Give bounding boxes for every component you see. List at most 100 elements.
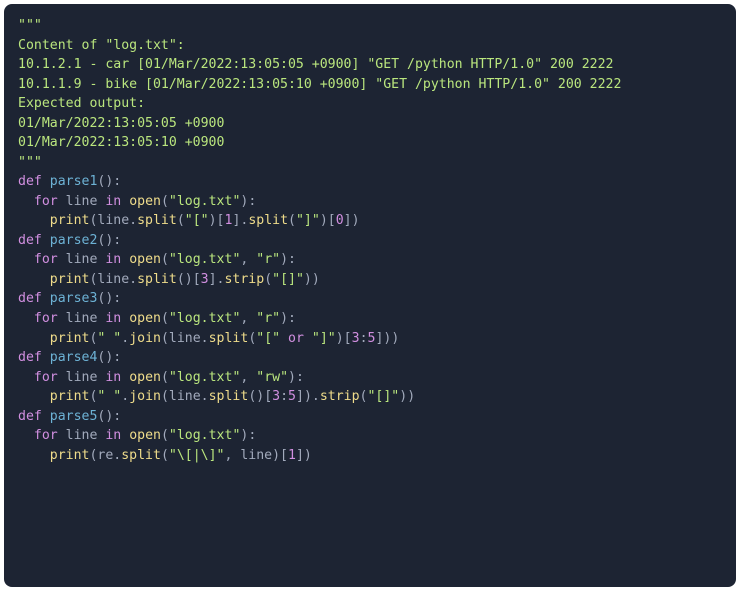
token-ident	[304, 331, 312, 346]
token-ident	[42, 350, 50, 365]
token-punc: )[	[320, 213, 336, 228]
token-punc: (line.	[89, 272, 137, 287]
code-line: def parse3():	[18, 289, 722, 309]
token-kw: in	[105, 252, 121, 267]
token-str: "log.txt"	[169, 311, 240, 326]
token-ident	[18, 272, 50, 287]
token-kw: for	[34, 311, 58, 326]
code-line: 01/Mar/2022:13:05:10 +0900	[18, 133, 722, 153]
token-punc: (	[161, 252, 169, 267]
token-ident	[121, 428, 129, 443]
token-call: print	[50, 213, 90, 228]
token-str: "log.txt"	[169, 194, 240, 209]
token-ident	[18, 370, 34, 385]
token-ident: line	[58, 428, 106, 443]
token-kw: def	[18, 409, 42, 424]
token-str: 10.1.1.9 - bike [01/Mar/2022:13:05:10 +0…	[18, 77, 621, 92]
code-line: for line in open("log.txt", "r"):	[18, 309, 722, 329]
token-ident: line	[58, 311, 106, 326]
token-ident	[280, 331, 288, 346]
token-ident	[121, 194, 129, 209]
token-ident: line	[58, 252, 106, 267]
token-punc: (	[177, 213, 185, 228]
token-call: print	[50, 331, 90, 346]
token-punc: )[	[209, 213, 225, 228]
code-line: 10.1.2.1 - car [01/Mar/2022:13:05:05 +09…	[18, 55, 722, 75]
token-str: "log.txt"	[169, 252, 240, 267]
token-fnname: parse4	[50, 350, 98, 365]
token-punc: .	[121, 389, 129, 404]
token-str: """	[18, 155, 42, 170]
token-kw: def	[18, 174, 42, 189]
token-kw: for	[34, 194, 58, 209]
token-punc: ].	[232, 213, 248, 228]
code-content: """ Content of "log.txt": 10.1.2.1 - car […	[18, 16, 722, 465]
token-punc: (	[264, 272, 272, 287]
token-punc: ():	[97, 409, 121, 424]
token-ident	[42, 409, 50, 424]
token-punc: ):	[240, 428, 256, 443]
token-kw: for	[34, 252, 58, 267]
token-str: "[]"	[272, 272, 304, 287]
token-punc: ):	[240, 194, 256, 209]
token-str: """	[18, 18, 42, 33]
code-line: """	[18, 153, 722, 173]
token-kw: or	[288, 331, 304, 346]
token-ident	[121, 252, 129, 267]
token-punc: ].	[209, 272, 225, 287]
token-punc: ):	[288, 370, 304, 385]
token-ident	[18, 331, 50, 346]
token-punc: ]).	[296, 389, 320, 404]
token-punc: :	[280, 389, 288, 404]
token-num: 3	[201, 272, 209, 287]
token-kw: in	[105, 194, 121, 209]
token-kw: def	[18, 233, 42, 248]
code-line: print(" ".join(line.split("[" or "]")[3:…	[18, 329, 722, 349]
token-method: split	[121, 448, 161, 463]
token-punc: ():	[97, 174, 121, 189]
token-punc: )[	[336, 331, 352, 346]
token-kw: for	[34, 428, 58, 443]
token-call: print	[50, 448, 90, 463]
code-line: print(" ".join(line.split()[3:5]).strip(…	[18, 387, 722, 407]
token-call: open	[129, 370, 161, 385]
token-punc: (	[288, 213, 296, 228]
token-ident	[18, 213, 50, 228]
code-line: for line in open("log.txt", "rw"):	[18, 368, 722, 388]
token-ident	[42, 233, 50, 248]
token-fnname: parse1	[50, 174, 98, 189]
token-kw: def	[18, 291, 42, 306]
token-punc: (	[161, 311, 169, 326]
token-punc: .	[121, 331, 129, 346]
token-str: " "	[97, 389, 121, 404]
token-punc: ))	[304, 272, 320, 287]
token-method: split	[137, 272, 177, 287]
token-ident	[18, 311, 34, 326]
token-ident: line	[58, 370, 106, 385]
code-line: Content of "log.txt":	[18, 36, 722, 56]
token-method: join	[129, 331, 161, 346]
token-punc: ()[	[248, 389, 272, 404]
token-punc: ,	[240, 370, 256, 385]
token-punc: ():	[97, 291, 121, 306]
token-fnname: parse2	[50, 233, 98, 248]
token-punc: (	[161, 370, 169, 385]
token-kw: in	[105, 370, 121, 385]
token-str: 01/Mar/2022:13:05:05 +0900	[18, 116, 224, 131]
code-line: def parse5():	[18, 407, 722, 427]
code-line: Expected output:	[18, 94, 722, 114]
token-num: 0	[336, 213, 344, 228]
token-method: split	[209, 331, 249, 346]
token-punc: ():	[97, 233, 121, 248]
code-line: def parse2():	[18, 231, 722, 251]
token-punc: ()[	[177, 272, 201, 287]
token-ident	[121, 311, 129, 326]
token-str: "r"	[256, 311, 280, 326]
token-str: Content of "log.txt":	[18, 38, 185, 53]
token-str: "["	[256, 331, 280, 346]
token-method: split	[209, 389, 249, 404]
code-block: """ Content of "log.txt": 10.1.2.1 - car […	[4, 4, 736, 587]
token-str: "log.txt"	[169, 370, 240, 385]
token-kw: in	[105, 311, 121, 326]
token-method: strip	[224, 272, 264, 287]
